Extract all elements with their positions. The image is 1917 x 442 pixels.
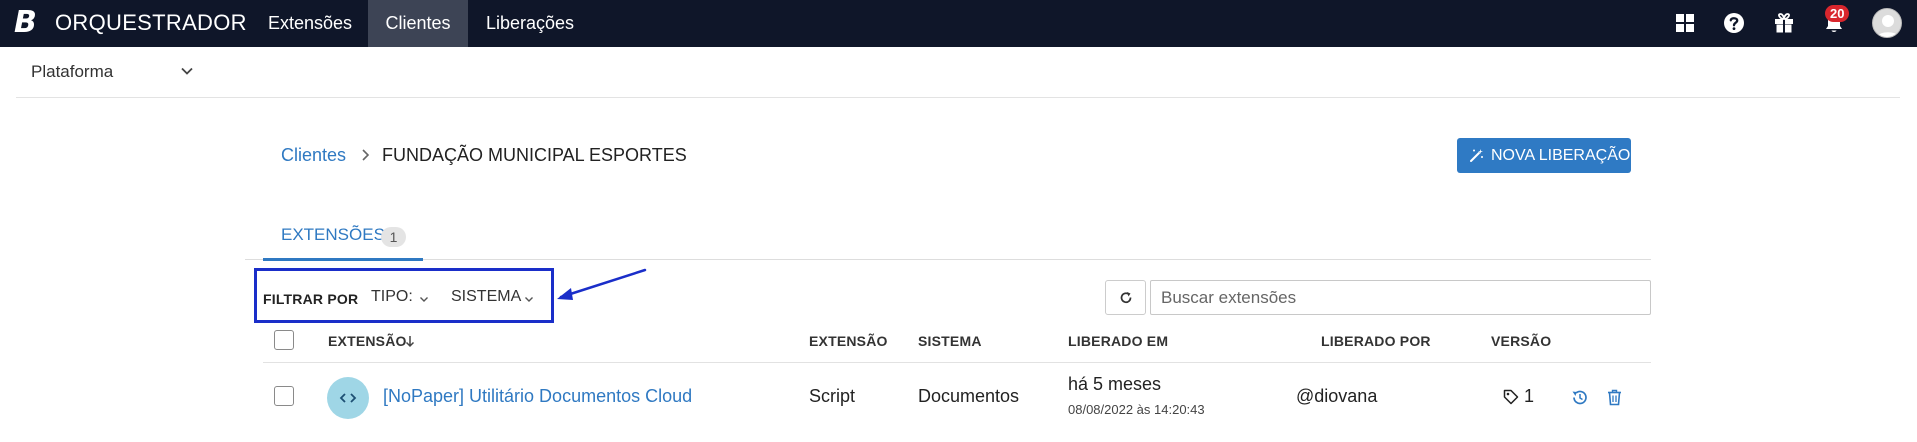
user-avatar-icon xyxy=(1876,15,1900,37)
search-input[interactable] xyxy=(1150,280,1651,315)
logo[interactable]: B xyxy=(14,7,37,39)
refresh-button[interactable] xyxy=(1105,280,1146,315)
tab-extensoes[interactable]: EXTENSÕES xyxy=(281,225,385,245)
filter-tipo-dropdown[interactable]: TIPO: xyxy=(371,288,413,306)
magic-wand-icon xyxy=(1470,149,1483,162)
annotation-arrow-icon xyxy=(557,268,647,300)
select-all-checkbox[interactable] xyxy=(274,330,294,350)
breadcrumb-clientes-link[interactable]: Clientes xyxy=(281,145,346,166)
header-divider xyxy=(263,362,1651,363)
tab-count-badge: 1 xyxy=(381,227,406,247)
help-icon[interactable] xyxy=(1723,12,1745,34)
refresh-icon xyxy=(1120,292,1132,304)
cell-version: 1 xyxy=(1524,386,1535,406)
active-tab-indicator xyxy=(263,258,423,261)
col-header-sistema: SISTEMA xyxy=(918,333,982,349)
nav-item-extensoes[interactable]: Extensões xyxy=(256,0,364,47)
chevron-down-icon[interactable] xyxy=(419,294,429,304)
gift-icon[interactable] xyxy=(1773,12,1795,34)
filter-sistema-dropdown[interactable]: SISTEMA xyxy=(451,288,521,306)
cell-type: Script xyxy=(809,386,856,406)
cell-released-relative: há 5 meses xyxy=(1068,374,1162,394)
chevron-down-icon[interactable] xyxy=(180,64,194,78)
extension-name-link[interactable]: [NoPaper] Utilitário Documentos Cloud xyxy=(383,386,692,407)
trash-icon[interactable] xyxy=(1607,389,1622,406)
nav-item-clientes[interactable]: Clientes xyxy=(368,0,468,47)
new-release-label: NOVA LIBERAÇÃO xyxy=(1491,147,1631,164)
row-checkbox[interactable] xyxy=(274,386,294,406)
arrow-down-icon[interactable] xyxy=(404,334,416,348)
history-icon[interactable] xyxy=(1571,389,1588,406)
brand-title[interactable]: ORQUESTRADOR xyxy=(55,11,247,35)
top-navbar: B ORQUESTRADOR Extensões Clientes Libera… xyxy=(0,0,1917,47)
grid-icon[interactable] xyxy=(1674,12,1696,34)
extension-avatar xyxy=(327,377,369,419)
tag-icon xyxy=(1503,389,1519,405)
cell-system: Documentos xyxy=(918,386,1020,406)
divider xyxy=(16,97,1900,98)
col-header-liberado-por: LIBERADO POR xyxy=(1321,333,1431,349)
tabs-divider xyxy=(245,259,1651,260)
col-header-versao: VERSÃO xyxy=(1491,333,1552,349)
chevron-right-icon xyxy=(362,149,370,161)
platform-select[interactable]: Plataforma xyxy=(31,62,113,82)
notification-badge: 20 xyxy=(1825,5,1850,22)
new-release-button[interactable]: NOVA LIBERAÇÃO xyxy=(1457,138,1631,173)
nav-item-liberacoes[interactable]: Liberações xyxy=(472,0,588,47)
filter-label: FILTRAR POR xyxy=(263,291,359,307)
col-header-extensao-name[interactable]: EXTENSÃO xyxy=(328,333,407,349)
code-icon xyxy=(339,393,357,403)
chevron-down-icon[interactable] xyxy=(524,294,534,304)
col-header-liberado-em: LIBERADO EM xyxy=(1068,333,1169,349)
cell-released-by: @diovana xyxy=(1296,386,1378,406)
col-header-extensao-type: EXTENSÃO xyxy=(809,333,888,349)
cell-released-date: 08/08/2022 às 14:20:43 xyxy=(1068,402,1205,417)
avatar[interactable] xyxy=(1872,8,1902,38)
breadcrumb-current: FUNDAÇÃO MUNICIPAL ESPORTES xyxy=(382,145,687,165)
